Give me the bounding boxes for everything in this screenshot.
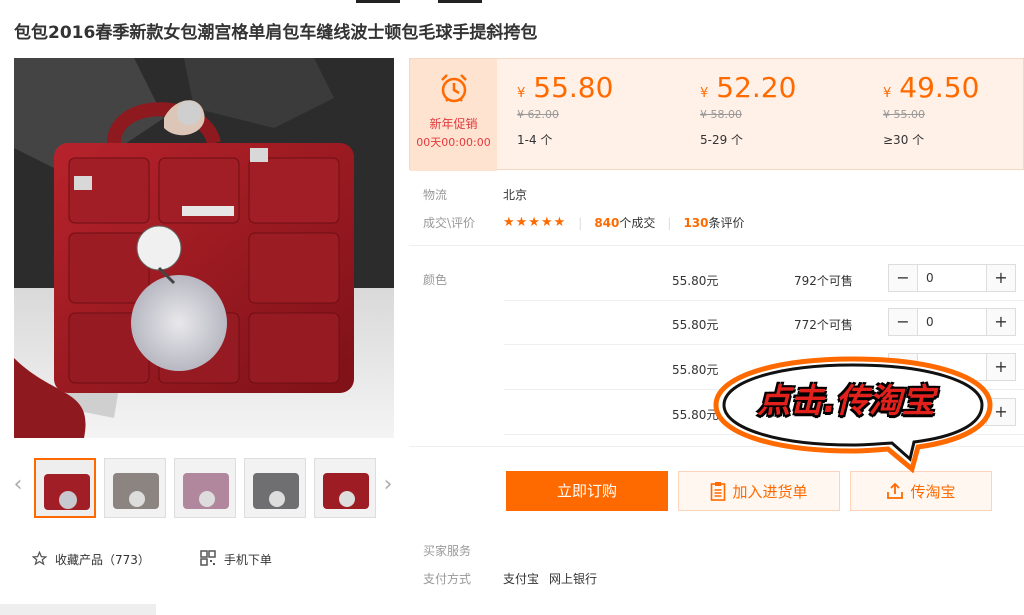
price-tier-2: ¥52.20 ¥ 58.00 5-29 个 [700,71,796,148]
quantity-input[interactable]: 0 [917,309,987,335]
price-panel: 新年促销 00天00:00:00 ¥55.80 ¥ 62.00 1-4 个 ¥5… [409,58,1024,171]
price-tier-3: ¥49.50 ¥ 55.00 ≥30 个 [883,71,979,148]
order-now-button[interactable]: 立即订购 [506,471,668,511]
qrcode-icon [200,550,216,569]
thumb-next-icon[interactable]: › [380,472,396,497]
currency-symbol: ¥ [700,86,709,101]
price-tier-1: ¥55.80 ¥ 62.00 1-4 个 [517,71,613,148]
favorite-label: 收藏产品（773） [55,553,150,567]
buyer-service-label: 买家服务 [423,544,472,558]
separator: | [578,215,583,230]
color-label: 颜色 [423,273,448,287]
quantity-stepper: − 0 + [888,264,1016,292]
add-to-cart-label: 加入进货单 [732,482,808,501]
send-to-taobao-button[interactable]: 传淘宝 [850,471,992,511]
mobile-order-button[interactable]: 手机下单 [200,550,272,569]
top-edge-marks [0,0,1024,4]
deals-count[interactable]: 840 [594,216,619,230]
callout-text[interactable]: 点击.传淘宝 [736,374,956,422]
star-outline-icon [31,550,48,569]
sku-row: 55.80元 772个可售 − 0 + [504,301,1024,345]
tier-original-price: ¥ 62.00 [517,108,559,121]
tier-original-price: ¥ 55.00 [883,108,925,121]
payment-row: 支付方式 支付宝 网上银行 [423,570,597,587]
review-count[interactable]: 130 [683,216,708,230]
quantity-stepper: − 0 + [888,308,1016,336]
thumbnail-5[interactable] [314,458,376,518]
quantity-input[interactable]: 0 [917,265,987,291]
increase-button[interactable]: + [987,265,1015,291]
logistics-row: 物流 北京 [423,186,527,203]
promo-label: 新年促销 [429,117,478,131]
sku-price: 55.80元 [672,274,719,288]
currency-symbol: ¥ [883,86,892,101]
tier-quantity-range: 1-4 个 [517,133,553,147]
thumbnail-strip: ‹ › [14,458,394,520]
sku-stock: 792个可售 [794,274,853,288]
tier-price: 55.80 [533,71,614,104]
send-to-taobao-label: 传淘宝 [910,482,956,501]
separator: | [667,215,672,230]
decrease-button[interactable]: − [889,309,917,335]
reviews-row: 成交\评价 ★★★★★ | 840 个成交 | 130 条评价 [423,214,745,231]
sku-row: 55.80元 792个可售 − 0 + [504,257,1024,301]
thumbnail-2[interactable] [104,458,166,518]
thumb-prev-icon[interactable]: ‹ [10,472,26,497]
bottom-strip [0,604,156,615]
tier-original-price: ¥ 58.00 [700,108,742,121]
logistics-value: 北京 [503,188,528,202]
main-product-image[interactable] [14,58,394,438]
favorite-row: 收藏产品（773） 手机下单 [31,550,272,569]
rating-stars: ★★★★★ [503,215,567,230]
upload-icon [886,482,904,500]
promo-countdown: 00天00:00:00 [416,136,491,149]
add-to-cart-button[interactable]: 加入进货单 [678,471,840,511]
buyer-service-row: 买家服务 [423,542,503,559]
increase-button[interactable]: + [987,309,1015,335]
deals-text: 个成交 [619,216,656,230]
logistics-label: 物流 [423,188,448,202]
clipboard-icon [710,481,726,501]
tier-quantity-range: ≥30 个 [883,133,925,147]
thumbnail-1[interactable] [34,458,96,518]
thumbnail-3[interactable] [174,458,236,518]
tier-price: 52.20 [716,71,797,104]
handbag-illustration [14,58,394,438]
currency-symbol: ¥ [517,86,526,101]
tier-price: 49.50 [899,71,980,104]
tier-quantity-range: 5-29 个 [700,133,744,147]
favorite-button[interactable]: 收藏产品（773） [31,550,150,569]
product-title: 包包2016春季新款女包潮宫格单肩包车缝线波士顿包毛球手提斜挎包 [14,23,538,43]
payment-alipay: 支付宝 [503,572,540,586]
thumbnail-4[interactable] [244,458,306,518]
review-text: 条评价 [708,216,745,230]
reviews-label: 成交\评价 [423,216,476,230]
alarm-clock-icon [410,71,497,109]
section-divider [409,245,1024,246]
decrease-button[interactable]: − [889,265,917,291]
sku-stock: 772个可售 [794,318,853,332]
payment-bank: 网上银行 [549,572,598,586]
sku-price: 55.80元 [672,318,719,332]
payment-label: 支付方式 [423,572,472,586]
promo-box: 新年促销 00天00:00:00 [410,59,497,171]
mobile-order-label: 手机下单 [223,553,272,567]
